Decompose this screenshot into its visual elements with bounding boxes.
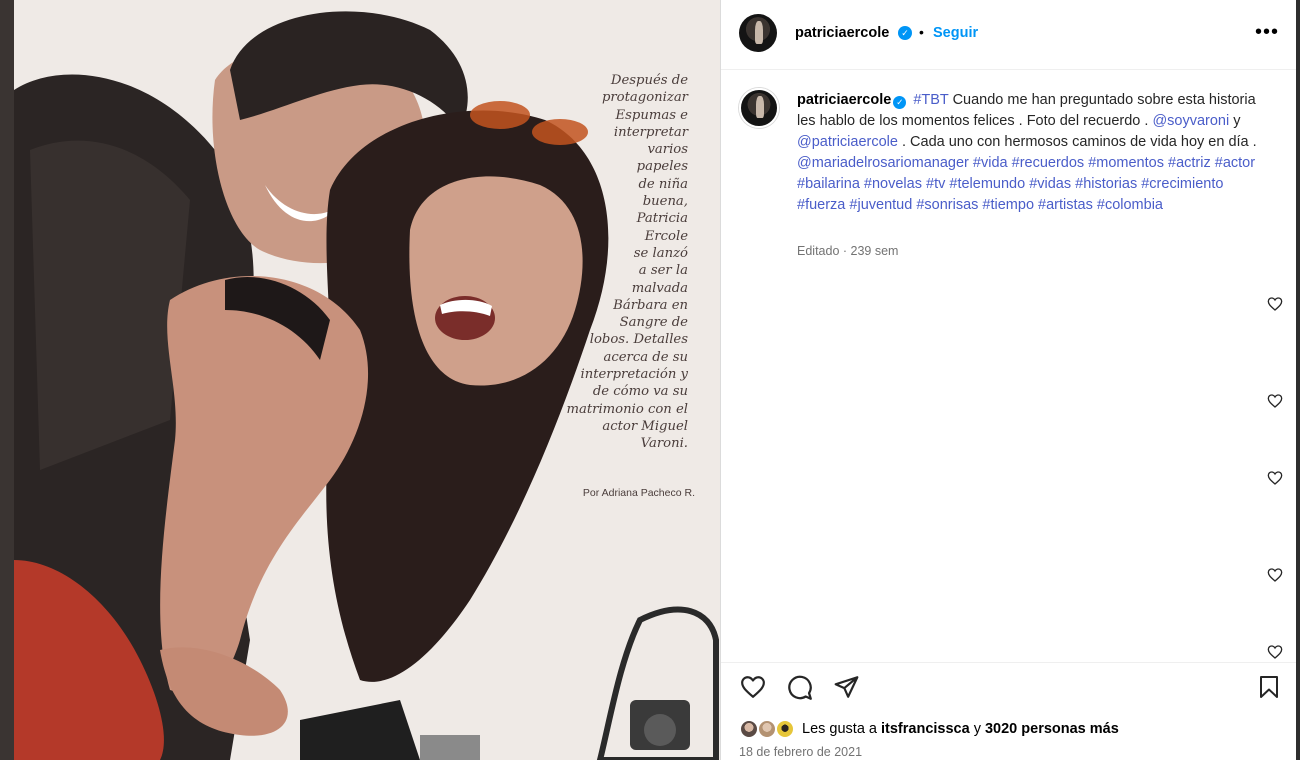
caption-text: y xyxy=(1229,113,1241,129)
comment-like-heart-icon[interactable] xyxy=(1267,296,1283,312)
hashtag-link[interactable]: #momentos xyxy=(1088,155,1164,171)
hashtag-link[interactable]: #artistas xyxy=(1038,197,1093,213)
comment-like-heart-icon[interactable] xyxy=(1267,567,1283,583)
post-actions: Les gusta a itsfrancissca y 3020 persona… xyxy=(721,662,1297,760)
hashtag-link[interactable]: #sonrisas xyxy=(916,197,978,213)
hashtag-link[interactable]: #vida xyxy=(973,155,1008,171)
magazine-paragraph: Después de protagonizar Espumas e interp… xyxy=(566,73,688,452)
hashtag-link[interactable]: #crecimiento xyxy=(1141,176,1223,192)
liker-username[interactable]: itsfrancissca xyxy=(881,721,970,737)
liker-avatar[interactable] xyxy=(757,719,777,739)
post-caption: patriciaercole ✓ #TBT Cuando me han pregu… xyxy=(797,90,1267,216)
hashtag-link[interactable]: #bailarina xyxy=(797,176,860,192)
hashtag-link[interactable]: #TBT xyxy=(913,92,948,108)
likes-prefix: Les gusta a xyxy=(802,721,881,737)
header-separator: • xyxy=(919,24,924,40)
hashtag-link[interactable]: #colombia xyxy=(1097,197,1163,213)
post-header: patriciaercole ✓ • Seguir ••• xyxy=(721,0,1297,70)
author-username[interactable]: patriciaercole xyxy=(795,25,889,41)
bookmark-icon[interactable] xyxy=(1257,674,1281,700)
comment-icon[interactable] xyxy=(786,674,813,701)
post-date[interactable]: 18 de febrero de 2021 xyxy=(739,745,862,759)
hashtag-link[interactable]: #actriz xyxy=(1168,155,1211,171)
verified-badge-icon: ✓ xyxy=(898,26,912,40)
hashtag-link[interactable]: #juventud xyxy=(849,197,912,213)
likes-text[interactable]: Les gusta a itsfrancissca y 3020 persona… xyxy=(802,721,1119,737)
likes-middle: y xyxy=(969,721,985,737)
comments-section[interactable]: patriciaercole ✓ #TBT Cuando me han pregu… xyxy=(721,70,1297,662)
caption-meta: Editado · 239 sem xyxy=(797,244,899,258)
comment-like-heart-icon[interactable] xyxy=(1267,644,1283,660)
likes-summary: Les gusta a itsfrancissca y 3020 persona… xyxy=(739,719,1279,741)
hashtag-link[interactable]: #tiempo xyxy=(982,197,1034,213)
follow-button[interactable]: Seguir xyxy=(933,25,978,41)
comment-like-heart-icon[interactable] xyxy=(1267,470,1283,486)
mention-link[interactable]: @mariadelrosariomanager xyxy=(797,155,969,171)
hashtag-link[interactable]: #fuerza xyxy=(797,197,845,213)
hashtag-link[interactable]: #tv xyxy=(926,176,945,192)
hashtag-link[interactable]: #telemundo xyxy=(949,176,1025,192)
hashtag-link[interactable]: #vidas xyxy=(1029,176,1071,192)
post-photo[interactable]: Después de protagonizar Espumas e interp… xyxy=(0,0,720,760)
hashtag-link[interactable]: #novelas xyxy=(864,176,922,192)
likes-count[interactable]: 3020 personas más xyxy=(985,721,1119,737)
mention-link[interactable]: @soyvaroni xyxy=(1152,113,1229,129)
window-edge xyxy=(1296,0,1300,760)
author-avatar[interactable] xyxy=(739,14,777,52)
caption-verified-icon: ✓ xyxy=(893,96,907,109)
like-heart-icon[interactable] xyxy=(739,674,767,700)
post-sidebar: patriciaercole ✓ • Seguir ••• patriciaer… xyxy=(720,0,1300,760)
more-options-icon[interactable]: ••• xyxy=(1255,22,1279,42)
hashtag-link[interactable]: #historias xyxy=(1075,176,1137,192)
caption-author-avatar[interactable] xyxy=(739,88,779,128)
hashtag-link[interactable]: #actor xyxy=(1215,155,1255,171)
comment-like-heart-icon[interactable] xyxy=(1267,393,1283,409)
liker-avatar[interactable] xyxy=(739,719,759,739)
hashtag-link[interactable]: #recuerdos xyxy=(1012,155,1085,171)
magazine-byline: Por Adriana Pacheco R. xyxy=(582,487,695,499)
caption-username[interactable]: patriciaercole xyxy=(797,92,891,108)
mention-link[interactable]: @patriciaercole xyxy=(797,134,898,150)
paper-plane-icon[interactable] xyxy=(833,674,860,700)
caption-text: . Cada uno con hermosos caminos de vida … xyxy=(897,134,1257,150)
liker-avatar[interactable] xyxy=(775,719,795,739)
